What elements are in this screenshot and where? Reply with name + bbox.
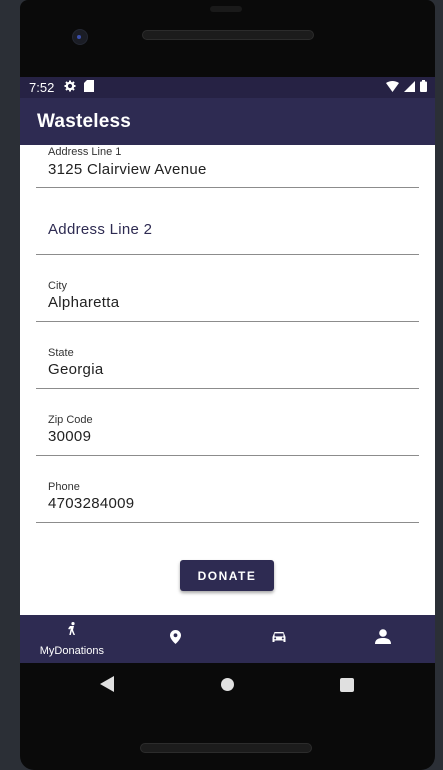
nav-my-donations[interactable]: MyDonations: [20, 615, 124, 663]
donate-button[interactable]: DONATE: [180, 560, 274, 591]
city-field[interactable]: City Alpharetta: [36, 254, 419, 322]
zip-code-value[interactable]: 30009: [48, 428, 91, 445]
nav-location[interactable]: [124, 615, 228, 663]
status-time: 7:52: [29, 80, 55, 95]
earpiece-grill: [142, 30, 314, 40]
account-icon: [375, 629, 392, 649]
nav-account[interactable]: [331, 615, 435, 663]
zip-code-label: Zip Code: [48, 414, 93, 426]
bottom-navigation: MyDonations: [20, 615, 435, 663]
address-line1-label: Address Line 1: [48, 146, 122, 158]
zip-code-field[interactable]: Zip Code 30009: [36, 388, 419, 456]
address-line2-placeholder[interactable]: Address Line 2: [48, 221, 152, 238]
app-screen: 7:52 Wasteless Address Line 1 3125 Clair…: [20, 77, 435, 663]
city-value[interactable]: Alpharetta: [48, 294, 119, 311]
recent-apps-icon[interactable]: [340, 678, 354, 692]
nav-car[interactable]: [228, 615, 332, 663]
wifi-icon: [386, 80, 399, 95]
phone-field[interactable]: Phone 4703284009: [36, 455, 419, 523]
address-line1-field[interactable]: Address Line 1 3125 Clairview Avenue: [36, 145, 419, 188]
address-line2-field[interactable]: Address Line 2: [36, 187, 419, 255]
signal-icon: [404, 80, 415, 95]
back-icon[interactable]: [100, 676, 114, 697]
status-right-icons: [386, 80, 427, 95]
phone-label: Phone: [48, 481, 80, 493]
nav-my-donations-label: MyDonations: [39, 644, 104, 657]
car-icon: [272, 630, 286, 648]
settings-gear-icon: [64, 80, 76, 95]
app-bar: Wasteless: [20, 98, 435, 145]
state-value[interactable]: Georgia: [48, 361, 103, 378]
phone-frame: 7:52 Wasteless Address Line 1 3125 Clair…: [20, 0, 435, 770]
state-label: State: [48, 347, 74, 359]
address-line1-value[interactable]: 3125 Clairview Avenue: [48, 161, 207, 178]
status-bar: 7:52: [20, 77, 435, 98]
battery-icon: [420, 80, 427, 95]
sd-card-icon: [84, 80, 95, 95]
bottom-grill: [140, 743, 312, 753]
top-speaker: [210, 6, 242, 12]
state-field[interactable]: State Georgia: [36, 321, 419, 389]
city-label: City: [48, 280, 67, 292]
app-title: Wasteless: [37, 110, 132, 132]
system-navigation-bar: [20, 663, 435, 705]
phone-value[interactable]: 4703284009: [48, 495, 134, 512]
person-walking-icon: [66, 621, 78, 641]
front-camera: [72, 29, 88, 45]
home-icon[interactable]: [221, 678, 234, 691]
donation-form: Address Line 1 3125 Clairview Avenue Add…: [20, 145, 435, 615]
location-pin-icon: [170, 629, 182, 649]
